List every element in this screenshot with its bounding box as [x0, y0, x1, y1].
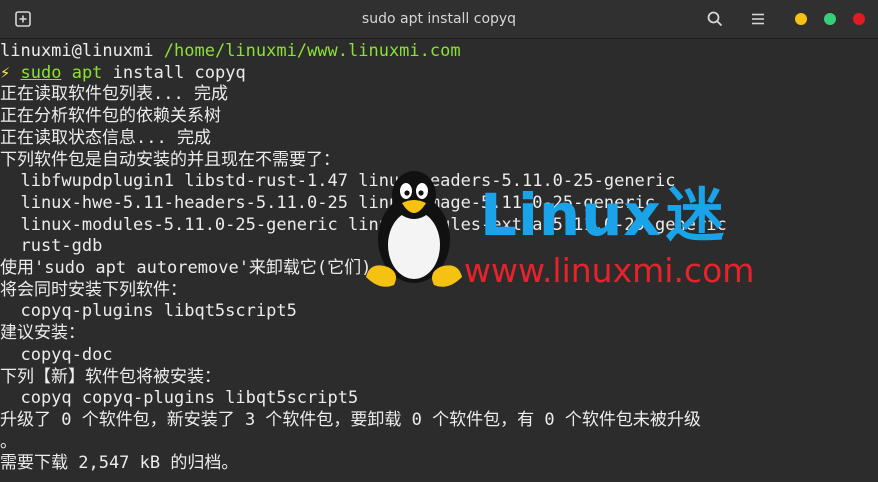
watermark-url: www.linuxmi.com	[464, 251, 755, 290]
minimize-button[interactable]	[795, 13, 807, 25]
title-bar: sudo apt install copyq	[0, 0, 878, 39]
prompt-user-host: linuxmi@linuxmi	[0, 41, 154, 61]
output-line: 建议安装：	[0, 323, 85, 344]
menu-button[interactable]	[745, 6, 771, 32]
maximize-button[interactable]	[824, 13, 836, 25]
new-tab-button[interactable]	[10, 6, 36, 32]
output-line: 将会同时安装下列软件：	[0, 279, 187, 300]
output-line: 使用'sudo apt autoremove'来卸载它(它们)。	[0, 258, 389, 278]
output-line: 下列【新】软件包将被安装：	[0, 366, 221, 387]
command-args: install copyq	[102, 62, 246, 83]
hamburger-menu-icon	[752, 13, 764, 25]
new-tab-icon	[15, 11, 31, 27]
output-line: 升级了 0 个软件包，新安装了 3 个软件包，要卸载 0 个软件包，有 0 个软…	[0, 409, 701, 430]
search-icon	[707, 11, 723, 27]
prompt-path: /home/linuxmi/www.linuxmi.com	[163, 41, 461, 61]
output-line: 。	[0, 431, 17, 452]
linuxmi-watermark: Linux迷 www.linuxmi.com	[360, 165, 790, 295]
command-apt: apt	[71, 62, 103, 83]
watermark-brand: Linux迷	[480, 185, 725, 245]
output-line: 正在分析软件包的依赖关系树	[0, 106, 221, 127]
output-line: 下列软件包是自动安装的并且现在不需要了：	[0, 149, 340, 170]
search-button[interactable]	[702, 6, 728, 32]
output-line: rust-gdb	[0, 236, 103, 257]
output-line: copyq copyq-plugins libqt5script5	[0, 388, 359, 409]
output-line: copyq-doc	[0, 344, 113, 365]
tux-penguin-icon	[366, 171, 462, 287]
close-button[interactable]	[853, 13, 865, 25]
output-line: 需要下载 2,547 kB 的归档。	[0, 453, 239, 474]
watermark-brand-suffix: 迷	[665, 181, 725, 249]
prompt-symbol-icon: ⚡	[0, 62, 11, 83]
watermark-brand-text: Linux	[480, 181, 662, 249]
output-line: copyq-plugins libqt5script5	[0, 301, 297, 322]
command-line: ⚡ sudo apt install copyq	[0, 63, 246, 85]
prompt-line: linuxmi@linuxmi /home/linuxmi/www.linuxm…	[0, 41, 461, 63]
output-line: 正在读取软件包列表... 完成	[0, 84, 228, 105]
output-line: 正在读取状态信息... 完成	[0, 127, 211, 148]
command-sudo: sudo	[20, 62, 62, 83]
